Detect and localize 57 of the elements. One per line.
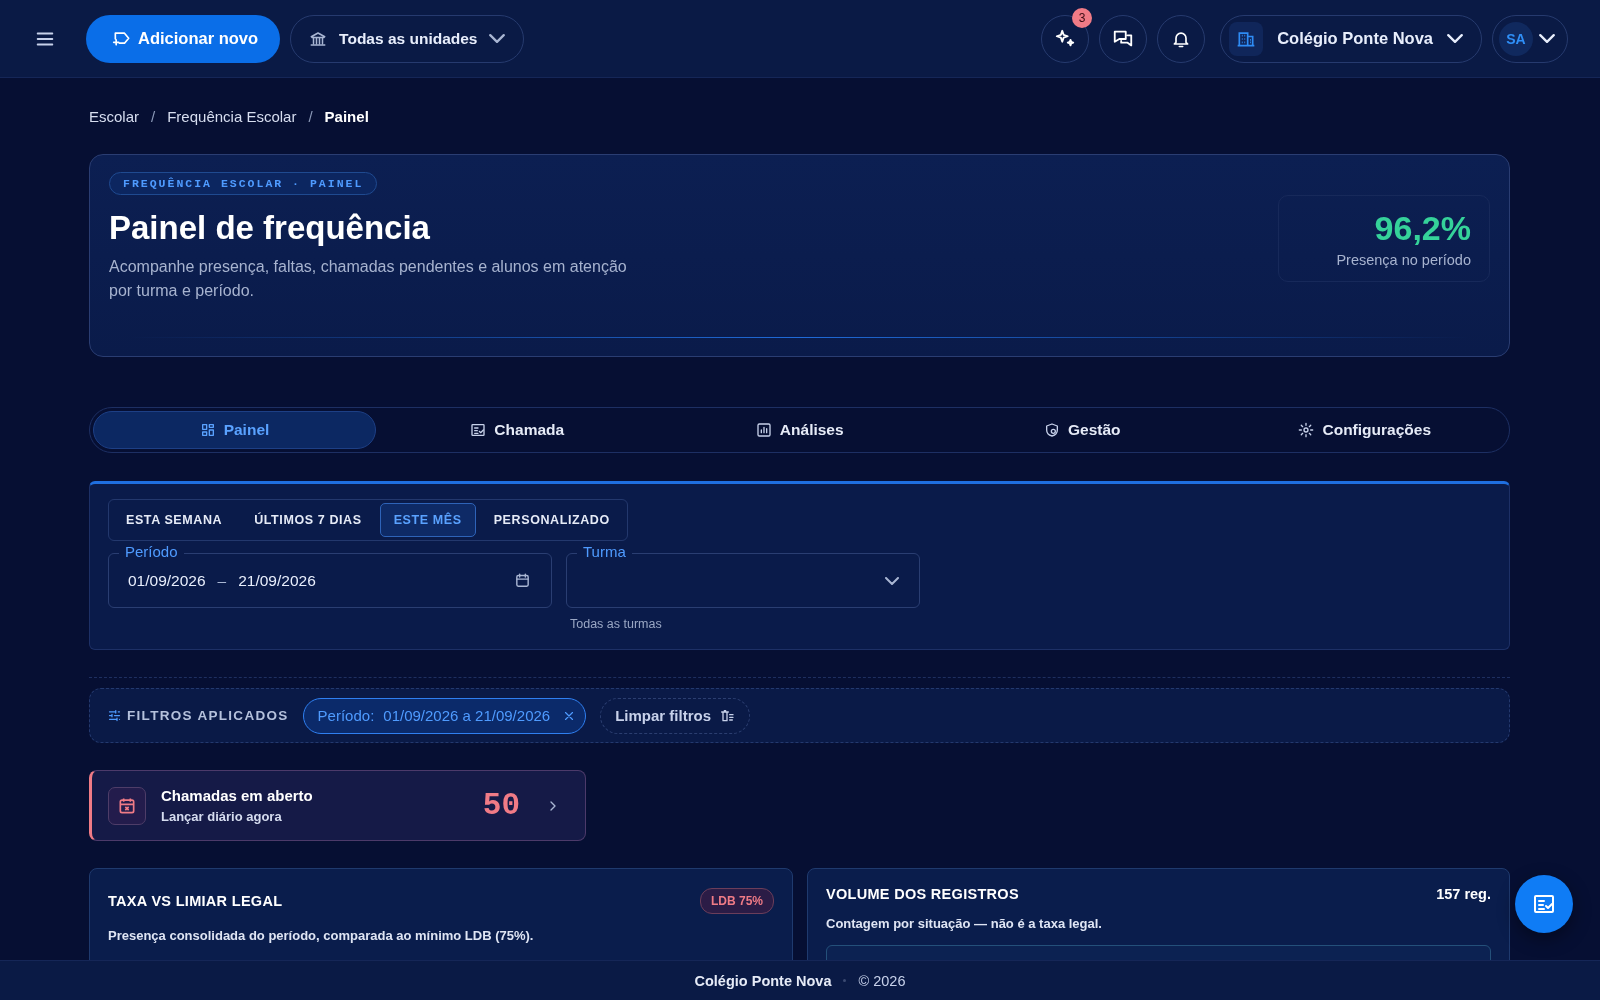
grid-icon [199, 422, 216, 438]
open-calls-count: 50 [482, 788, 520, 823]
attendance-fab-button[interactable] [1515, 875, 1573, 933]
tab[interactable]: Configurações [1223, 411, 1506, 449]
page-description: Acompanhe presença, faltas, chamadas pendentes e alunos em atenção por turma e período. [109, 257, 628, 301]
tab[interactable]: Gestão [941, 411, 1224, 449]
stat-label: Presença no período [1335, 252, 1471, 268]
caret-icon [489, 34, 506, 43]
date-separator: – [217, 571, 227, 590]
sliders-icon [107, 708, 122, 723]
tab[interactable]: Painel [93, 411, 376, 449]
helper-text: Todas as turmas [570, 617, 663, 631]
filter-chip[interactable]: Período: 01/09/2026 a 21/09/2026 [302, 697, 587, 734]
tab[interactable]: Chamada [376, 411, 659, 449]
gear-icon [1298, 422, 1315, 438]
add-new-button[interactable]: Adicionar novo [86, 14, 281, 63]
breadcrumb-link[interactable]: Painel [324, 107, 369, 125]
calendar-x-icon [108, 786, 146, 825]
bar-chart-icon [755, 422, 772, 438]
card-description: Contagem por situação — não é a taxa legal. [826, 916, 1103, 931]
building-icon [1229, 21, 1264, 56]
start-date: 01/09/2026 [128, 571, 206, 590]
period-preset[interactable]: PERSONALIZADO [479, 503, 624, 537]
shield-icon [1043, 422, 1060, 438]
breadcrumb-separator: / [151, 107, 156, 125]
footer-school: Colégio Ponte Nova [694, 972, 832, 989]
stat-value: 96,2% [1373, 209, 1471, 248]
period-preset[interactable]: ÚLTIMOS 7 DIAS [240, 503, 376, 537]
record-count: 157 reg. [1436, 886, 1491, 902]
calendar-icon [514, 572, 531, 589]
caret-icon [1447, 34, 1463, 43]
card-description: Presença consolidada do período, comparada ao mínimo LDB (75%). [108, 928, 535, 943]
alert-title: Chamadas em aberto [161, 787, 314, 804]
period-preset[interactable]: ESTE MÊS [379, 503, 476, 537]
breadcrumb-separator: / [308, 107, 313, 125]
caret-icon [885, 576, 899, 585]
applied-filters-label: FILTROS APLICADOS [127, 708, 289, 723]
card-title: VOLUME DOS REGISTROS [826, 886, 1019, 902]
breadcrumb-link[interactable]: Escolar [89, 107, 140, 125]
copyright-text: © 2026 [858, 972, 906, 989]
page-title: Painel de frequência [109, 209, 431, 247]
clear-filter-icon [719, 707, 735, 724]
card-title: TAXA VS LIMIAR LEGAL [108, 893, 283, 909]
checklist-icon [470, 422, 487, 438]
section-tag: FREQUÊNCIA ESCOLAR · PAINEL [109, 172, 378, 195]
notification-count: 3 [1072, 7, 1093, 28]
tab[interactable]: Análises [658, 411, 941, 449]
breadcrumb-link[interactable]: Frequência Escolar [167, 107, 297, 125]
alert-subtitle: Lançar diário agora [161, 809, 283, 824]
bank-icon [309, 29, 328, 48]
user-avatar: SA [1499, 21, 1533, 56]
caret-icon [1539, 34, 1555, 43]
end-date: 21/09/2026 [238, 571, 316, 590]
period-preset[interactable]: ESTA SEMANA [112, 503, 237, 537]
open-calls-card[interactable]: Chamadas em aberto Lançar diário agora 50 [89, 770, 586, 841]
checklist-icon [1532, 892, 1556, 916]
threshold-badge: LDB 75% [700, 888, 774, 914]
